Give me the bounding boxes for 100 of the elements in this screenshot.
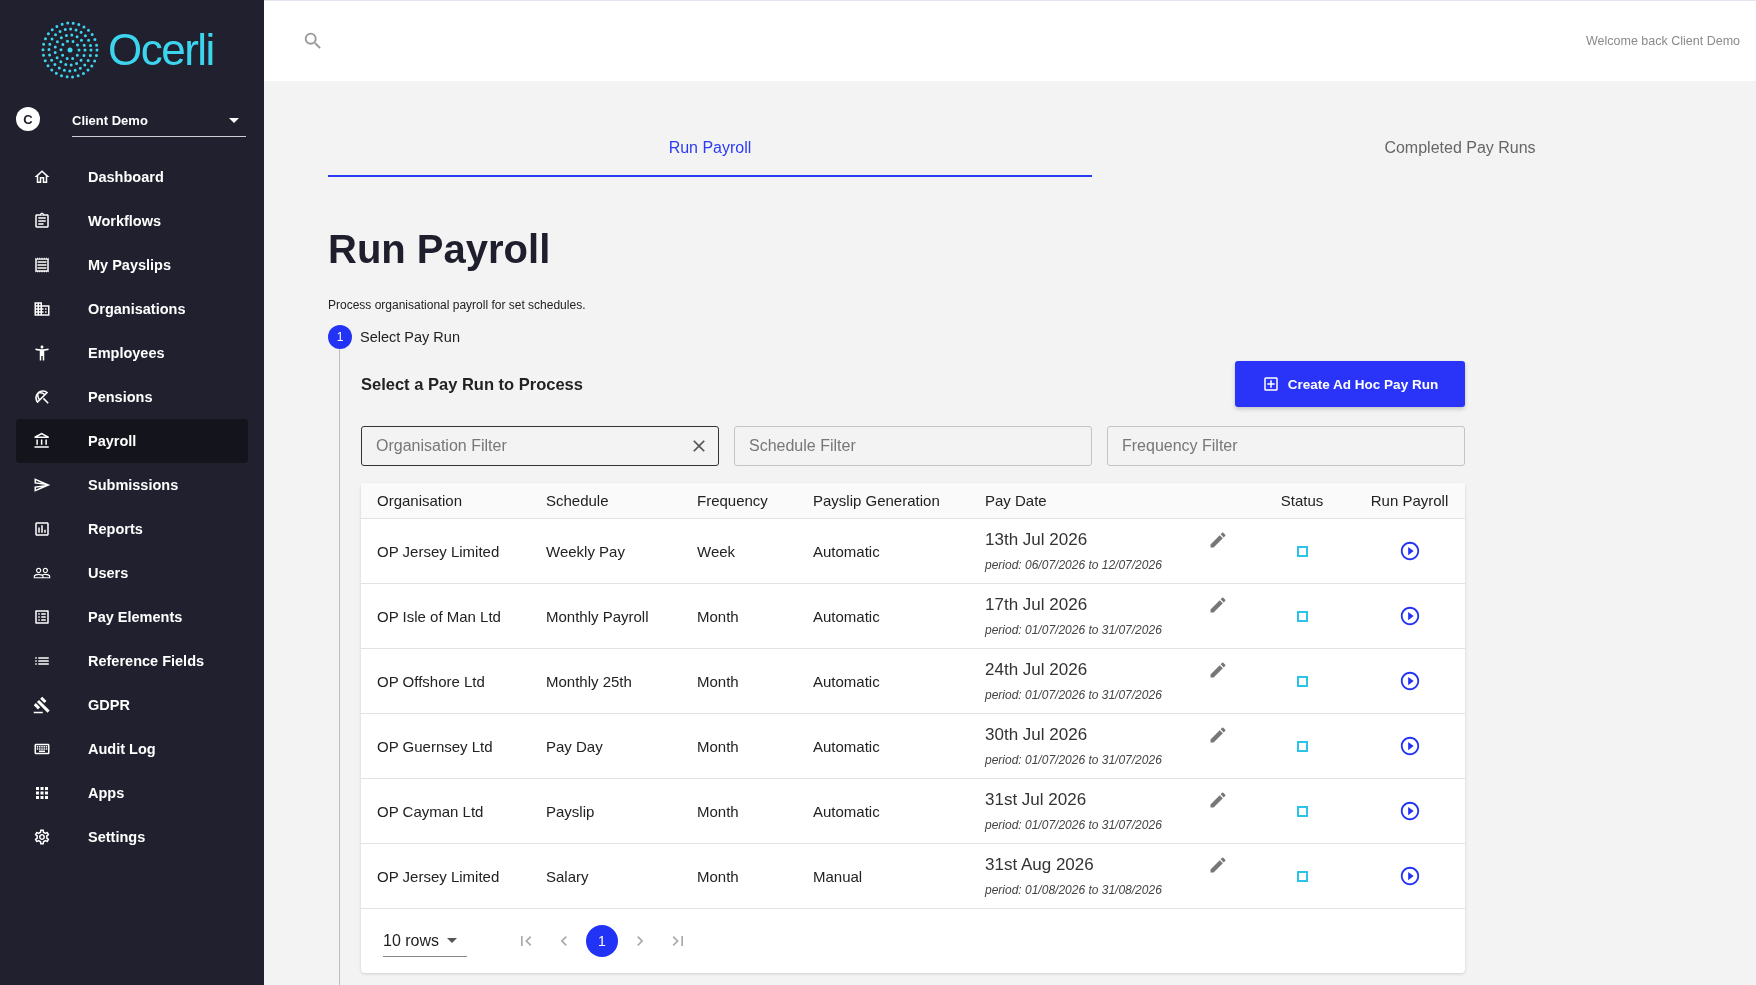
play-icon[interactable] (1398, 670, 1421, 692)
table-cell: Automatic (813, 542, 880, 560)
nav-item[interactable]: Reports (16, 507, 248, 551)
table-cell: OP Jersey Limited (377, 542, 500, 560)
pencil-icon[interactable] (1208, 725, 1228, 745)
table-cell: OP Cayman Ltd (377, 802, 484, 820)
list-icon (33, 608, 51, 626)
table-cell: Month (697, 867, 739, 885)
nav-item[interactable]: Payroll (16, 419, 248, 463)
table-cell: Pay Day (546, 737, 603, 755)
table-cell: Automatic (813, 737, 880, 755)
nav-item[interactable]: Employees (16, 331, 248, 375)
logo-icon (41, 21, 99, 79)
avatar: C (16, 107, 40, 131)
send-icon (33, 476, 51, 494)
page-description: Process organisational payroll for set schedules. (328, 297, 586, 313)
table-cell: Month (697, 737, 739, 755)
building-icon (33, 300, 51, 318)
clipboard-icon (33, 212, 51, 230)
pencil-icon[interactable] (1208, 595, 1228, 615)
pay-period: period: 06/07/2026 to 12/07/2026 (985, 558, 1162, 572)
pay-date: 30th Jul 2026 (985, 725, 1088, 745)
pay-period: period: 01/07/2026 to 31/07/2026 (985, 818, 1162, 832)
pencil-icon[interactable] (1208, 855, 1228, 875)
pencil-icon[interactable] (1208, 660, 1228, 680)
page-button[interactable]: 1 (586, 925, 618, 957)
nav-item[interactable]: Dashboard (16, 155, 248, 199)
nav-item[interactable]: Audit Log (16, 727, 248, 771)
column-header: Schedule (546, 492, 609, 509)
pencil-icon[interactable] (1208, 530, 1228, 550)
table-cell: Month (697, 802, 739, 820)
nav-item[interactable]: Users (16, 551, 248, 595)
play-icon[interactable] (1398, 865, 1421, 887)
nav-item[interactable]: Settings (16, 815, 248, 859)
status-square-icon (1296, 610, 1308, 622)
nav-item[interactable]: Workflows (16, 199, 248, 243)
umbrella-icon (33, 388, 51, 406)
search-icon[interactable] (302, 30, 324, 52)
play-icon[interactable] (1398, 605, 1421, 627)
table-cell: Month (697, 672, 739, 690)
table-cell: OP Jersey Limited (377, 867, 500, 885)
table-cell: Manual (813, 867, 863, 885)
nav-item[interactable]: Organisations (16, 287, 248, 331)
account-select[interactable]: Client Demo (72, 105, 246, 137)
status-square-icon (1296, 805, 1308, 817)
bank-icon (33, 432, 51, 450)
nav-item[interactable]: GDPR (16, 683, 248, 727)
table-cell: Weekly Pay (546, 542, 625, 560)
play-icon[interactable] (1398, 735, 1421, 757)
home-icon (33, 168, 51, 186)
nav-item[interactable]: Reference Fields (16, 639, 248, 683)
play-icon[interactable] (1398, 800, 1421, 822)
nav-item[interactable]: My Payslips (16, 243, 248, 287)
caret-icon (229, 118, 239, 123)
page-title: Run Payroll (328, 226, 551, 273)
table-cell: Automatic (813, 607, 880, 625)
status-square-icon (1296, 545, 1308, 557)
pay-period: period: 01/07/2026 to 31/07/2026 (985, 688, 1162, 702)
welcome-text: Welcome back Client Demo (1586, 34, 1740, 48)
settings-icon (33, 828, 51, 846)
column-header: Status (1280, 492, 1324, 509)
section-title: Select a Pay Run to Process (361, 374, 583, 394)
table-cell: OP Guernsey Ltd (377, 737, 493, 755)
status-square-icon (1296, 740, 1308, 752)
rows-per-page-select[interactable]: 10 rows (383, 925, 467, 957)
column-header: Payslip Generation (813, 492, 940, 509)
pay-date: 13th Jul 2026 (985, 530, 1088, 550)
table-cell: Payslip (546, 802, 595, 820)
pay-date: 17th Jul 2026 (985, 595, 1088, 615)
logo-text: Ocerli (108, 28, 214, 72)
table-cell: Salary (546, 867, 589, 885)
create-pay-run-button[interactable]: Create Ad Hoc Pay Run (1235, 361, 1465, 407)
table-cell: OP Isle of Man Ltd (377, 607, 501, 625)
receipt-icon (33, 256, 51, 274)
person-icon (33, 344, 51, 362)
pay-date: 24th Jul 2026 (985, 660, 1088, 680)
table-cell: Month (697, 607, 739, 625)
status-square-icon (1296, 675, 1308, 687)
nav-item[interactable]: Pensions (16, 375, 248, 419)
pay-period: period: 01/08/2026 to 31/08/2026 (985, 883, 1162, 897)
tab[interactable]: Completed Pay Runs (1092, 121, 1756, 177)
play-icon[interactable] (1398, 540, 1421, 562)
pencil-icon[interactable] (1208, 790, 1228, 810)
nav-item[interactable]: Submissions (16, 463, 248, 507)
pay-period: period: 01/07/2026 to 31/07/2026 (985, 753, 1162, 767)
table-cell: Monthly Payroll (546, 607, 649, 625)
column-header: Pay Date (985, 492, 1047, 509)
bar-chart-icon (33, 520, 51, 538)
column-header: Organisation (377, 492, 463, 509)
grid-icon (33, 784, 51, 802)
filter-field[interactable]: Organisation Filter (361, 426, 719, 466)
table-cell: OP Offshore Ltd (377, 672, 485, 690)
column-header: Run Payroll (1370, 492, 1449, 509)
tab[interactable]: Run Payroll (328, 121, 1092, 177)
gavel-icon (33, 696, 51, 714)
pay-period: period: 01/07/2026 to 31/07/2026 (985, 623, 1162, 637)
nav-item[interactable]: Apps (16, 771, 248, 815)
table-cell: Week (697, 542, 736, 560)
nav-item[interactable]: Pay Elements (16, 595, 248, 639)
caret-icon (447, 938, 457, 943)
